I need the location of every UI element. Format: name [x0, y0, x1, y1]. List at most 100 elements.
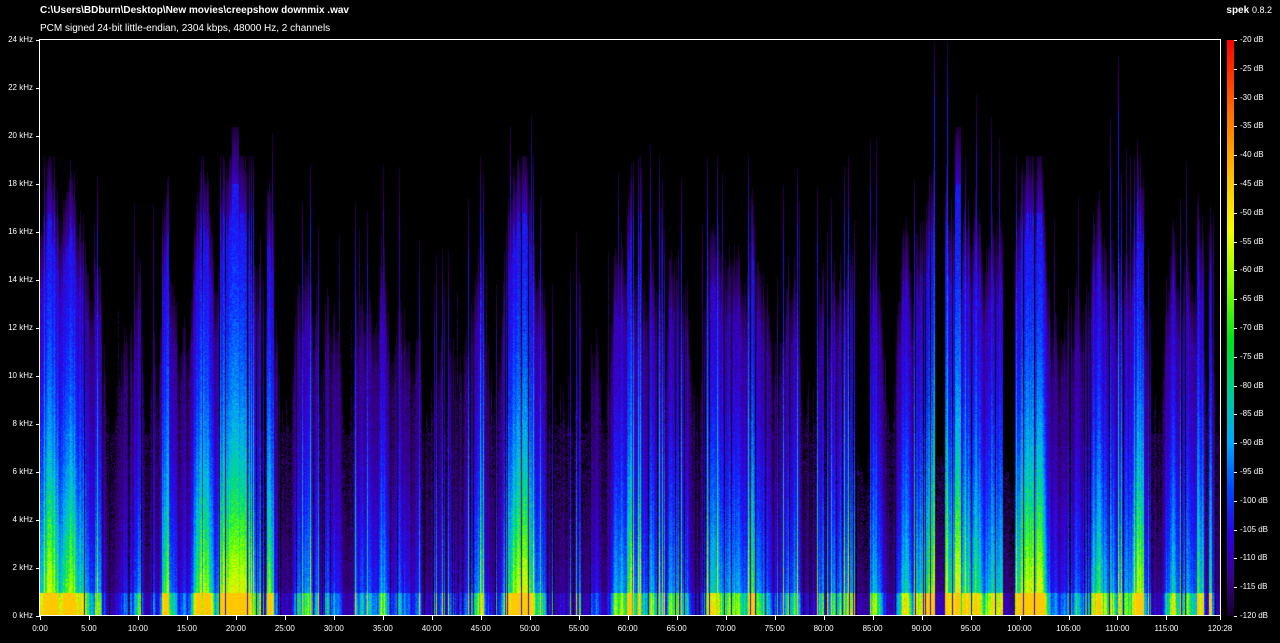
db-tick-mark: [1234, 385, 1237, 387]
frequency-tick-mark: [36, 232, 40, 233]
time-tick-mark: [284, 616, 286, 620]
db-tick-mark: [1234, 212, 1237, 214]
time-tick-mark: [382, 616, 384, 620]
frequency-tick-mark: [36, 88, 40, 89]
time-tick-mark: [970, 616, 972, 620]
time-tick-mark: [88, 616, 90, 620]
frequency-tick-mark: [36, 520, 40, 521]
frequency-tick-label: 4 kHz: [12, 515, 33, 524]
db-tick-mark: [1234, 529, 1237, 531]
time-tick-label: 105:00: [1056, 624, 1081, 633]
frequency-tick-mark: [36, 424, 40, 425]
frequency-tick-mark: [36, 472, 40, 473]
time-tick-mark: [480, 616, 482, 620]
db-tick-mark: [1234, 500, 1237, 502]
time-tick-mark: [725, 616, 727, 620]
time-tick-mark: [529, 616, 531, 620]
time-tick-label: 40:00: [421, 624, 442, 633]
time-tick-label: 5:00: [81, 624, 97, 633]
db-tick-label: -85 dB: [1240, 409, 1264, 419]
time-tick-label: 10:00: [127, 624, 148, 633]
db-tick-mark: [1234, 270, 1237, 272]
time-tick-mark: [774, 616, 776, 620]
time-tick-mark: [137, 616, 139, 620]
time-tick-mark: [1068, 616, 1070, 620]
time-tick-mark: [40, 616, 41, 620]
db-tick-label: -45 dB: [1240, 179, 1264, 188]
db-tick-mark: [1234, 356, 1237, 358]
frequency-tick-label: 2 kHz: [12, 563, 33, 572]
db-tick-label: -90 dB: [1240, 438, 1264, 448]
time-tick-label: 35:00: [372, 624, 393, 633]
file-title: C:\Users\BDburn\Desktop\New movies\creep…: [40, 5, 349, 16]
db-tick-mark: [1234, 328, 1237, 329]
db-tick-label: -80 dB: [1240, 380, 1264, 390]
time-tick-mark: [872, 616, 874, 620]
frequency-tick-mark: [36, 568, 40, 569]
db-tick-mark: [1234, 558, 1237, 560]
time-tick-label: 70:00: [715, 624, 736, 633]
time-tick-label: 80:00: [813, 624, 834, 633]
db-tick-mark: [1234, 40, 1237, 41]
frequency-tick-label: 20 kHz: [8, 131, 33, 140]
db-tick-label: -50 dB: [1240, 207, 1264, 217]
db-tick-label: -115 dB: [1240, 582, 1268, 592]
time-tick-mark: [1117, 616, 1119, 620]
frequency-tick-mark: [36, 280, 40, 281]
db-tick-mark: [1234, 126, 1237, 128]
db-tick-label: -75 dB: [1240, 351, 1264, 361]
db-tick-mark: [1234, 414, 1237, 416]
time-tick-label: 95:00: [960, 624, 981, 633]
db-tick-mark: [1234, 587, 1237, 589]
frequency-tick-label: 24 kHz: [8, 35, 33, 44]
time-tick-mark: [823, 616, 825, 620]
frequency-tick-label: 18 kHz: [8, 179, 33, 188]
time-tick-label: 25:00: [274, 624, 295, 633]
db-tick-label: -55 dB: [1240, 236, 1264, 246]
db-tick-label: -95 dB: [1240, 467, 1264, 476]
db-tick-mark: [1234, 616, 1237, 617]
time-tick-label: 55:00: [568, 624, 589, 633]
time-tick-label: 45:00: [470, 624, 491, 633]
time-tick-label: 50:00: [519, 624, 540, 633]
frequency-tick-mark: [36, 184, 40, 185]
app-brand: spek 0.8.2: [1226, 5, 1272, 16]
frequency-tick-label: 22 kHz: [8, 83, 33, 92]
time-tick-mark: [1019, 616, 1021, 620]
time-tick-mark: [578, 616, 580, 620]
time-tick-label: 115:00: [1154, 624, 1179, 633]
time-tick-label: 110:00: [1105, 624, 1130, 633]
frequency-tick-label: 8 kHz: [12, 419, 33, 428]
time-tick-label: 90:00: [911, 624, 932, 633]
db-tick-mark: [1234, 443, 1237, 445]
frequency-tick-label: 12 kHz: [8, 323, 33, 332]
db-tick-label: -20 dB: [1240, 35, 1264, 44]
time-tick-label: 65:00: [666, 624, 687, 633]
time-tick-mark: [1166, 616, 1168, 620]
frequency-tick-mark: [36, 136, 40, 137]
db-tick-label: -120 dB: [1240, 611, 1269, 620]
db-tick-label: -70 dB: [1240, 323, 1264, 332]
app-version: 0.8.2: [1251, 5, 1272, 15]
frequency-tick-label: 6 kHz: [12, 467, 33, 476]
spectrogram-plot: [39, 39, 1221, 616]
db-tick-mark: [1234, 241, 1237, 243]
db-colorbar: [1227, 40, 1234, 616]
time-tick-mark: [676, 616, 678, 620]
frequency-tick-mark: [36, 328, 40, 329]
audio-info: PCM signed 24-bit little-endian, 2304 kb…: [40, 23, 331, 34]
db-tick-mark: [1234, 299, 1237, 301]
db-tick-mark: [1234, 97, 1237, 99]
time-tick-mark: [186, 616, 188, 620]
db-tick-mark: [1234, 155, 1237, 157]
db-tick-label: -25 dB: [1240, 63, 1264, 73]
db-tick-label: -30 dB: [1240, 92, 1264, 102]
db-tick-label: -100 dB: [1240, 495, 1269, 505]
time-tick-label: 120:28: [1207, 624, 1233, 633]
frequency-tick-label: 0 kHz: [12, 611, 33, 620]
time-tick-mark: [431, 616, 433, 620]
db-tick-label: -40 dB: [1240, 150, 1264, 160]
db-tick-mark: [1234, 184, 1237, 185]
frequency-tick-label: 10 kHz: [8, 371, 33, 380]
time-tick-label: 60:00: [617, 624, 638, 633]
